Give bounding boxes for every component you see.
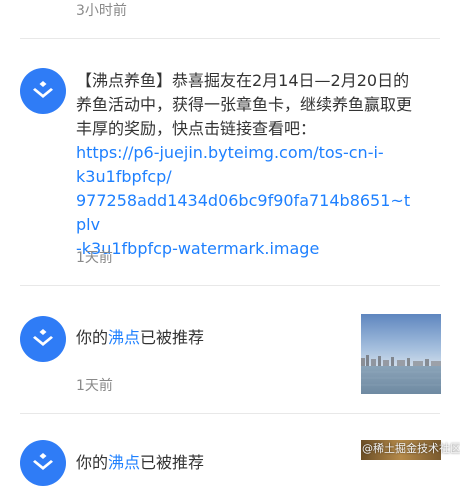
juejin-logo-icon xyxy=(33,329,53,346)
divider xyxy=(20,285,440,286)
message-link[interactable]: https://p6-juejin.byteimg.com/tos-cn-i-k… xyxy=(76,143,410,258)
message-content: 你的沸点已被推荐 xyxy=(76,326,204,350)
message-text: 【沸点养鱼】恭喜掘友在2月14日—2月20日的养鱼活动中，获得一张章鱼卡，继续养… xyxy=(76,71,413,138)
boiling-point-link[interactable]: 沸点 xyxy=(108,328,140,347)
message-text: 已被推荐 xyxy=(140,453,205,472)
message-content: 【沸点养鱼】恭喜掘友在2月14日—2月20日的养鱼活动中，获得一张章鱼卡，继续养… xyxy=(76,69,416,261)
divider xyxy=(20,413,440,414)
post-thumbnail[interactable] xyxy=(361,314,441,394)
city-skyline-image xyxy=(361,314,441,394)
watermark: @稀土掘金技术社区 xyxy=(362,442,460,455)
message-text: 你的 xyxy=(76,328,109,347)
message-text: 你的 xyxy=(76,453,109,472)
juejin-logo-icon xyxy=(33,81,53,98)
divider xyxy=(20,38,440,39)
message-content: 你的沸点已被推荐 xyxy=(76,451,204,475)
message-text: 已被推荐 xyxy=(140,328,205,347)
message-time: 1天前 xyxy=(76,378,113,394)
avatar[interactable] xyxy=(20,440,66,486)
message-time: 1天前 xyxy=(76,250,113,266)
boiling-point-link[interactable]: 沸点 xyxy=(108,453,140,472)
juejin-logo-icon xyxy=(33,453,53,470)
avatar[interactable] xyxy=(20,316,66,362)
message-time: 3小时前 xyxy=(76,3,127,19)
avatar[interactable] xyxy=(20,68,66,114)
